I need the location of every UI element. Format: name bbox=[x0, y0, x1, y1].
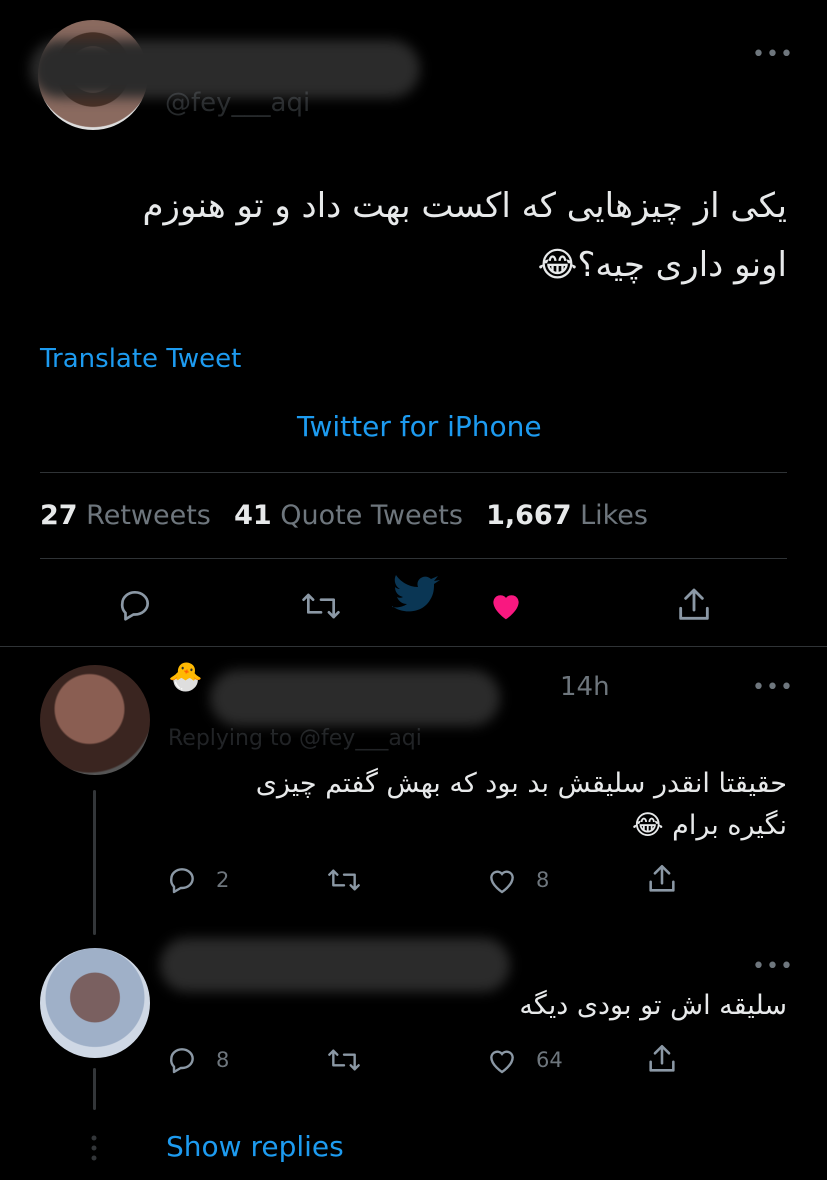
show-replies-link[interactable]: Show replies bbox=[166, 1130, 344, 1163]
tweet-text-line2: اونو داری چیه؟😂 bbox=[537, 245, 787, 285]
share-icon[interactable] bbox=[645, 1042, 679, 1076]
retweet-icon[interactable] bbox=[326, 864, 362, 896]
more-icon[interactable]: ••• bbox=[752, 677, 794, 699]
like-icon[interactable] bbox=[485, 864, 519, 896]
quotes-label[interactable]: Quote Tweets bbox=[280, 500, 463, 531]
reply-icon[interactable] bbox=[166, 864, 198, 896]
retweets-count[interactable]: 27 bbox=[40, 500, 78, 531]
reply1-replying-to: Replying to @fey___aqi bbox=[168, 726, 422, 751]
reply-icon[interactable] bbox=[116, 586, 154, 624]
share-icon[interactable] bbox=[645, 862, 679, 896]
retweets-label[interactable]: Retweets bbox=[86, 500, 211, 531]
reply2-text: سلیقه اش تو بودی دیگه bbox=[519, 990, 787, 1021]
reply1-like-count: 8 bbox=[536, 868, 550, 892]
divider bbox=[40, 472, 787, 473]
reply2-name-redacted bbox=[160, 938, 510, 992]
watermark-logo bbox=[382, 566, 472, 626]
reply1-name-redacted bbox=[210, 670, 500, 726]
divider bbox=[0, 646, 827, 647]
like-icon[interactable] bbox=[486, 586, 526, 624]
retweet-icon[interactable] bbox=[300, 587, 342, 625]
reply1-text-line2: نگیره برام 😂 bbox=[632, 810, 787, 841]
tweet-stats: 27 Retweets 41 Quote Tweets 1,667 Likes bbox=[40, 500, 648, 531]
likes-label[interactable]: Likes bbox=[580, 500, 648, 531]
reply1-text-line1: حقیقتا انقدر سلیقش بد بود که بهش گفتم چی… bbox=[255, 768, 787, 799]
reply-icon[interactable] bbox=[166, 1044, 198, 1076]
tweet-source-link[interactable]: Twitter for iPhone bbox=[297, 410, 542, 443]
thread-dots-icon bbox=[90, 1134, 98, 1166]
thread-line bbox=[93, 1068, 96, 1110]
translate-tweet-link[interactable]: Translate Tweet bbox=[40, 344, 241, 374]
reply1-time: 14h bbox=[560, 672, 610, 702]
retweet-icon[interactable] bbox=[326, 1044, 362, 1076]
reply1-reply-count: 2 bbox=[216, 868, 230, 892]
divider bbox=[40, 558, 787, 559]
reply2-avatar[interactable] bbox=[40, 948, 150, 1058]
reply2-reply-count: 8 bbox=[216, 1048, 230, 1072]
reply1-chick-emoji: 🐣 bbox=[168, 660, 203, 693]
author-handle: @fey___aqi bbox=[165, 88, 311, 118]
reply1-avatar[interactable] bbox=[40, 665, 150, 775]
more-icon[interactable]: ••• bbox=[752, 44, 794, 66]
likes-count[interactable]: 1,667 bbox=[486, 500, 571, 531]
like-icon[interactable] bbox=[485, 1044, 519, 1076]
tweet-text-line1: یکی از چیزهایی که اکست بهت داد و تو هنوز… bbox=[142, 186, 787, 226]
thread-line bbox=[93, 790, 96, 935]
reply2-like-count: 64 bbox=[536, 1048, 563, 1072]
share-icon[interactable] bbox=[674, 585, 714, 625]
more-icon[interactable]: ••• bbox=[752, 956, 794, 978]
quotes-count[interactable]: 41 bbox=[234, 500, 272, 531]
